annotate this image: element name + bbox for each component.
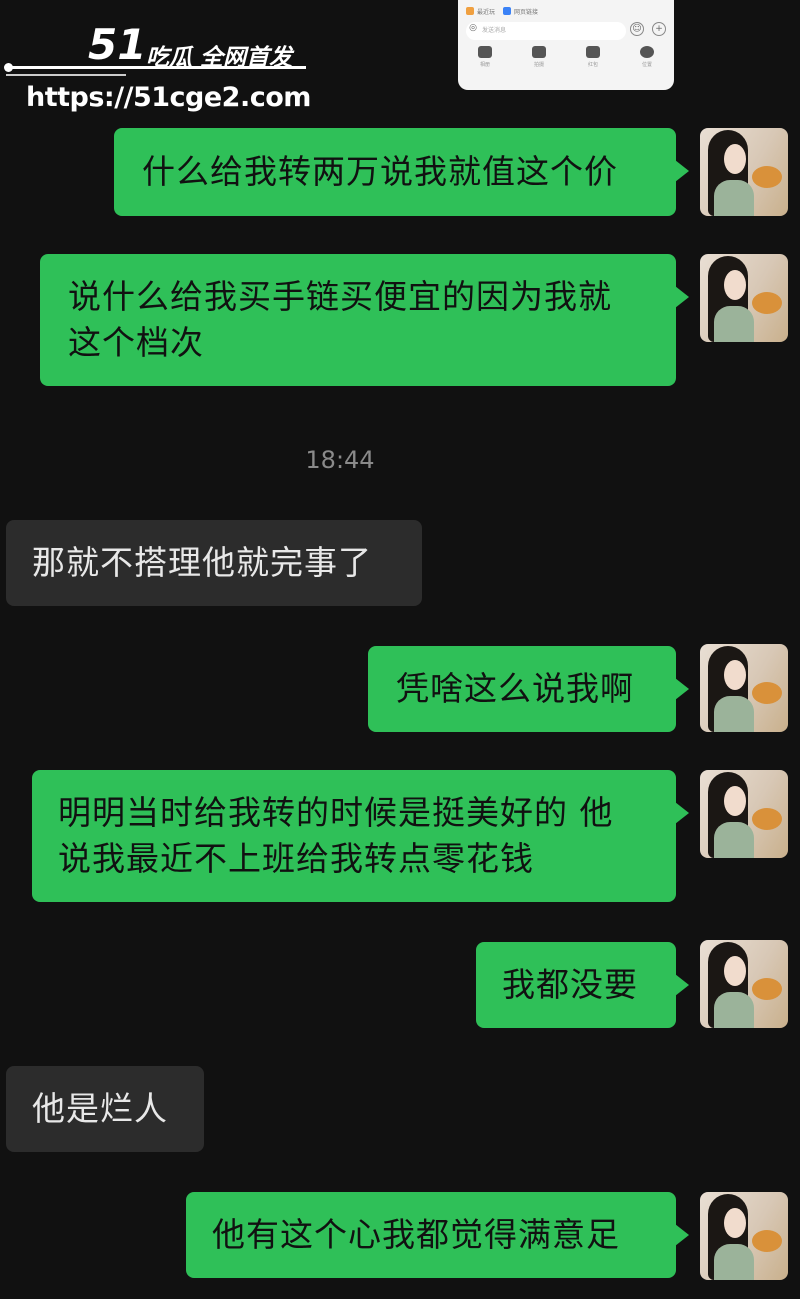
card-toolbar: 相册 拍摄 红包 位置 <box>458 46 674 68</box>
message-text-line: 这个档次 <box>68 323 204 362</box>
emoji-icon[interactable]: ☺ <box>630 22 644 36</box>
message-text: 凭啥这么说我啊 <box>396 669 634 708</box>
card-message-input[interactable]: 发送消息 <box>466 22 626 40</box>
avatar[interactable] <box>700 770 788 858</box>
card-chip-label: 最近玩 <box>477 8 496 16</box>
message-text: 那就不搭理他就完事了 <box>32 543 372 582</box>
bubble-tail <box>675 974 689 996</box>
card-tool[interactable]: 红包 <box>586 46 600 68</box>
avatar[interactable] <box>700 128 788 216</box>
message-bubble-outgoing[interactable]: 明明当时给我转的时候是挺美好的 他 说我最近不上班给我转点零花钱 <box>32 770 676 902</box>
avatar[interactable] <box>700 940 788 1028</box>
card-tool-label: 拍摄 <box>533 62 544 68</box>
message-bubble-incoming[interactable]: 那就不搭理他就完事了 <box>6 520 422 606</box>
message-timestamp: 18:44 <box>305 446 375 474</box>
watermark: 51 吃瓜 全网首发 https://51cge2.com <box>4 14 326 124</box>
bubble-tail <box>675 802 689 824</box>
watermark-divider <box>6 66 306 69</box>
card-tool-label: 位置 <box>641 62 652 68</box>
card-chip[interactable]: 网页链接 <box>503 7 538 16</box>
bubble-tail <box>675 286 689 308</box>
album-icon <box>478 46 492 58</box>
bubble-tail <box>675 678 689 700</box>
link-icon <box>503 7 512 15</box>
card-tool[interactable]: 拍摄 <box>532 46 546 68</box>
message-text: 他有这个心我都觉得满意足 <box>212 1215 620 1254</box>
watermark-url: https://51cge2.com <box>26 82 311 113</box>
watermark-number: 51 <box>88 20 147 69</box>
location-icon <box>640 46 654 58</box>
message-bubble-outgoing[interactable]: 我都没要 <box>476 942 676 1028</box>
app-icon <box>466 7 474 15</box>
message-bubble-outgoing[interactable]: 说什么给我买手链买便宜的因为我就 这个档次 <box>40 254 676 386</box>
camera-icon <box>532 46 546 58</box>
avatar[interactable] <box>700 254 788 342</box>
watermark-divider-secondary <box>6 74 126 76</box>
message-text-line: 明明当时给我转的时候是挺美好的 他 <box>58 793 614 832</box>
avatar[interactable] <box>700 644 788 732</box>
card-chip-label: 网页链接 <box>514 8 539 16</box>
card-chip[interactable]: 最近玩 <box>466 7 495 16</box>
voice-icon[interactable]: ◎ <box>466 22 480 36</box>
message-text: 他是烂人 <box>32 1089 168 1128</box>
card-tool[interactable]: 相册 <box>478 46 492 68</box>
message-text-line: 说什么给我买手链买便宜的因为我就 <box>68 277 612 316</box>
message-text: 我都没要 <box>502 965 638 1004</box>
bubble-tail <box>675 1224 689 1246</box>
card-tool-label: 红包 <box>587 62 598 68</box>
bubble-tail <box>675 160 689 182</box>
message-bubble-incoming[interactable]: 他是烂人 <box>6 1066 204 1152</box>
message-bubble-outgoing[interactable]: 凭啥这么说我啊 <box>368 646 676 732</box>
embedded-screenshot-card: 最近玩 网页链接 发送消息 ◎ ☺ + 相册 拍摄 红包 位置 <box>458 0 674 90</box>
avatar[interactable] <box>700 1192 788 1280</box>
card-tool[interactable]: 位置 <box>640 46 654 68</box>
message-bubble-outgoing[interactable]: 什么给我转两万说我就值这个价 <box>114 128 676 216</box>
message-text: 什么给我转两万说我就值这个价 <box>142 152 618 191</box>
plus-icon[interactable]: + <box>652 22 666 36</box>
card-tool-label: 相册 <box>479 62 490 68</box>
message-bubble-outgoing[interactable]: 他有这个心我都觉得满意足 <box>186 1192 676 1278</box>
card-chip-row: 最近玩 网页链接 <box>466 4 538 18</box>
message-text-line: 说我最近不上班给我转点零花钱 <box>58 839 534 878</box>
red-packet-icon <box>586 46 600 58</box>
